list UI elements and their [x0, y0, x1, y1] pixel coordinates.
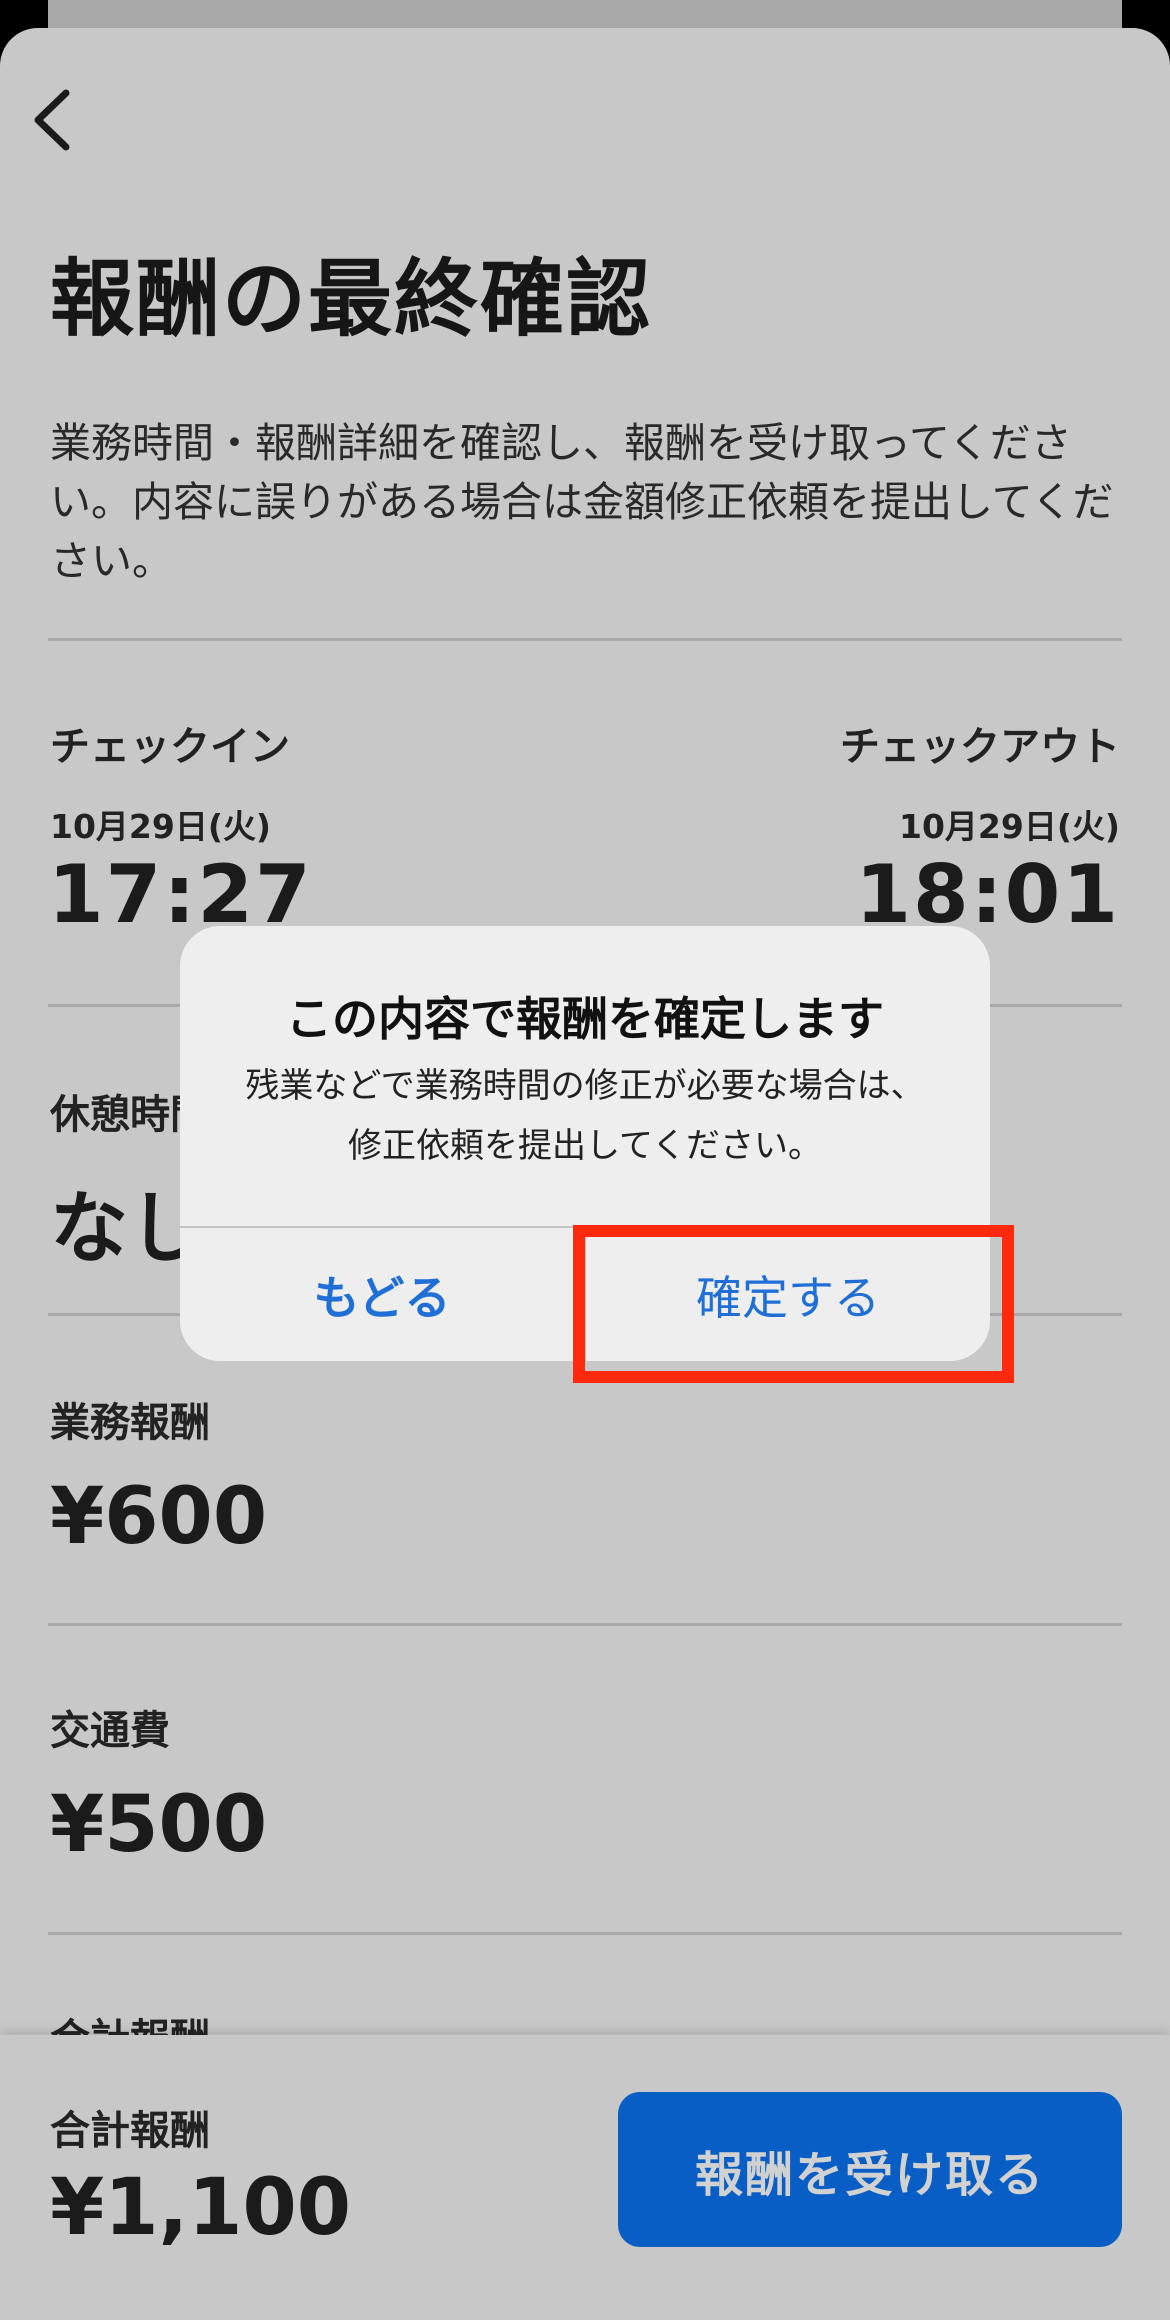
reward-confirmation-sheet: 報酬の最終確認 業務時間・報酬詳細を確認し、報酬を受け取ってください。内容に誤り…: [0, 28, 1170, 2320]
dialog-message: 残業などで業務時間の修正が必要な場合は、 修正依頼を提出してください。: [180, 1056, 990, 1176]
highlight-annotation: [573, 1225, 1014, 1383]
dialog-message-line: 残業などで業務時間の修正が必要な場合は、: [245, 1066, 925, 1106]
dialog-title: この内容で報酬を確定します: [286, 992, 884, 1046]
dialog-back-button[interactable]: もどる: [180, 1228, 584, 1361]
dialog-message-line: 修正依頼を提出してください。: [348, 1126, 822, 1166]
